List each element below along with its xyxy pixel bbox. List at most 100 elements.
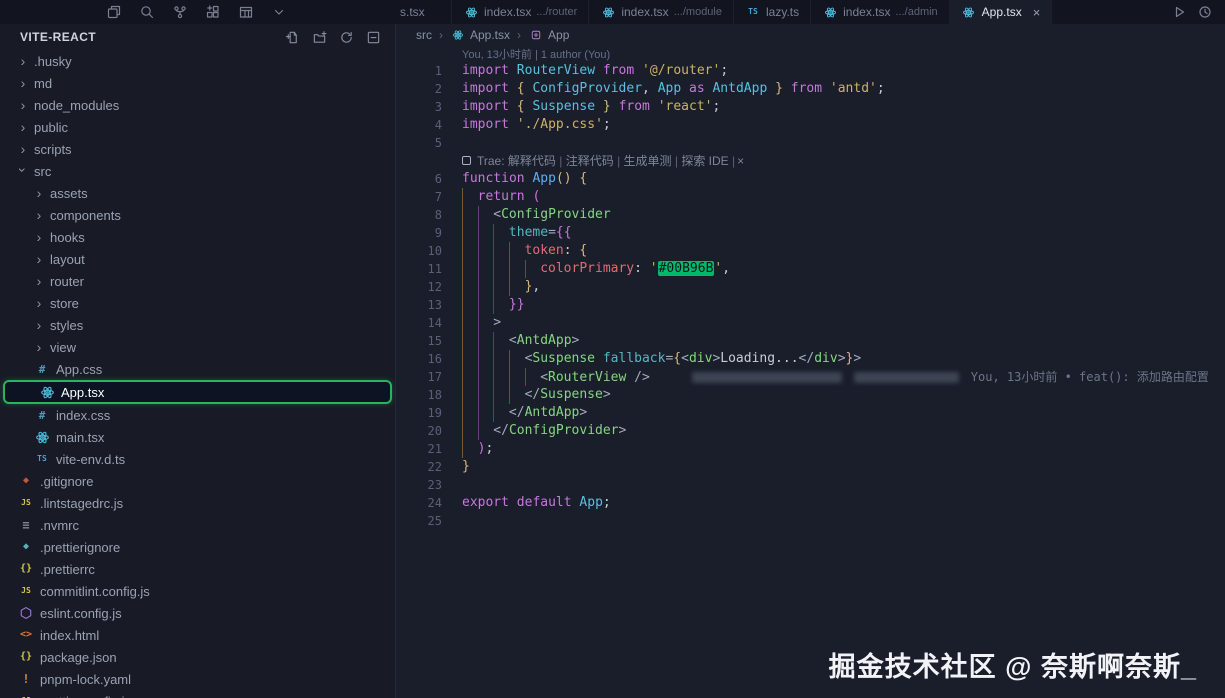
code-line[interactable]: function App() {: [462, 170, 587, 188]
code-row: 10 token: {: [396, 242, 1225, 260]
folder-scripts[interactable]: ›scripts: [0, 138, 395, 160]
code-line[interactable]: );: [462, 440, 493, 458]
ai-action-4[interactable]: 探索 IDE: [681, 154, 728, 168]
hint-close-icon[interactable]: ×: [737, 154, 744, 168]
folder-view[interactable]: ›view: [0, 336, 395, 358]
code-line[interactable]: }: [462, 458, 470, 476]
extensions-icon[interactable]: [205, 4, 221, 20]
git-file-icon: ◆: [18, 476, 34, 486]
code-line[interactable]: </Suspense>: [462, 386, 611, 404]
top-toolbar: [0, 0, 396, 24]
code-line[interactable]: token: {: [462, 242, 587, 260]
fork-icon[interactable]: [172, 4, 188, 20]
token: AntdApp: [525, 405, 580, 420]
indent-guide: [462, 350, 478, 368]
file-.nvmrc[interactable]: ≡.nvmrc: [0, 514, 395, 536]
indent-guide: [478, 314, 494, 332]
tab-s.tsx[interactable]: s.tsx: [396, 0, 452, 24]
folder-label: assets: [50, 186, 88, 201]
folder-label: router: [50, 274, 84, 289]
token: >: [579, 405, 587, 420]
code-line[interactable]: <RouterView />You, 13小时前 • feat(): 添加路由配…: [462, 368, 1209, 386]
folder-components[interactable]: ›components: [0, 204, 395, 226]
file-.gitignore[interactable]: ◆.gitignore: [0, 470, 395, 492]
code-line[interactable]: import { ConfigProvider, App as AntdApp …: [462, 80, 885, 98]
tab-lazy.ts[interactable]: TSlazy.ts: [734, 0, 811, 24]
code-line[interactable]: <AntdApp>: [462, 332, 579, 350]
file-eslint.config.js[interactable]: eslint.config.js: [0, 602, 395, 624]
token: {: [517, 99, 525, 114]
token: }: [462, 459, 470, 474]
tab-index.tsx[interactable]: index.tsx.../admin: [811, 0, 950, 24]
code-line[interactable]: colorPrimary: '#00B96B',: [462, 260, 730, 278]
folder-styles[interactable]: ›styles: [0, 314, 395, 336]
file-label: .nvmrc: [40, 518, 79, 533]
file-commitlint.config.js[interactable]: JScommitlint.config.js: [0, 580, 395, 602]
history-icon[interactable]: [1197, 4, 1213, 20]
chevron-icon: ›: [34, 251, 44, 267]
file-pnpm-lock.yaml[interactable]: !pnpm-lock.yaml: [0, 668, 395, 690]
new-folder-icon[interactable]: [312, 30, 327, 45]
file-package.json[interactable]: {}package.json: [0, 646, 395, 668]
folder-node_modules[interactable]: ›node_modules: [0, 94, 395, 116]
search-icon[interactable]: [139, 4, 155, 20]
chevron-icon: ›: [18, 141, 28, 157]
file-.prettierignore[interactable]: ◆.prettierignore: [0, 536, 395, 558]
code-line[interactable]: return (: [462, 188, 540, 206]
tab-App.tsx[interactable]: App.tsx×: [950, 0, 1053, 24]
folder-src[interactable]: ›src: [0, 160, 395, 182]
ai-action-2[interactable]: 注释代码: [566, 154, 614, 168]
code-line[interactable]: },: [462, 278, 540, 296]
file-App.tsx[interactable]: App.tsx: [3, 380, 392, 404]
code-line[interactable]: </ConfigProvider>: [462, 422, 626, 440]
code-line[interactable]: }}: [462, 296, 525, 314]
code-line[interactable]: <Suspense fallback={<div>Loading...</div…: [462, 350, 861, 368]
folder-md[interactable]: ›md: [0, 72, 395, 94]
code-line[interactable]: import './App.css';: [462, 116, 611, 134]
folder-assets[interactable]: ›assets: [0, 182, 395, 204]
js-file-icon: JS: [18, 499, 34, 507]
code-line[interactable]: </AntdApp>: [462, 404, 587, 422]
trae-inline-hint[interactable]: Trae: 解释代码 | 注释代码 | 生成单测 | 探索 IDE |×: [462, 152, 744, 170]
panel-icon[interactable]: [106, 4, 122, 20]
breadcrumb-item-App[interactable]: App: [528, 28, 569, 42]
breadcrumb-item-src[interactable]: src: [416, 28, 432, 42]
ai-action-1[interactable]: 解释代码: [508, 154, 556, 168]
hint-separator: |: [556, 154, 566, 168]
breadcrumb-item-App.tsx[interactable]: App.tsx: [450, 28, 510, 42]
file-index.html[interactable]: <>index.html: [0, 624, 395, 646]
token: </: [525, 387, 541, 402]
folder-.husky[interactable]: ›.husky: [0, 50, 395, 72]
tab-index.tsx[interactable]: index.tsx.../router: [452, 0, 589, 24]
folder-router[interactable]: ›router: [0, 270, 395, 292]
code-line[interactable]: >: [462, 314, 501, 332]
file-prettier.config.js[interactable]: JSprettier.config.js: [0, 690, 395, 698]
folder-hooks[interactable]: ›hooks: [0, 226, 395, 248]
folder-layout[interactable]: ›layout: [0, 248, 395, 270]
tab-index.tsx[interactable]: index.tsx.../module: [589, 0, 734, 24]
code-line[interactable]: export default App;: [462, 494, 611, 512]
file-main.tsx[interactable]: main.tsx: [0, 426, 395, 448]
ai-action-3[interactable]: 生成单测: [624, 154, 672, 168]
code-area: 1import RouterView from '@/router';2impo…: [396, 62, 1225, 530]
refresh-icon[interactable]: [339, 30, 354, 45]
file-vite-env.d.ts[interactable]: TSvite-env.d.ts: [0, 448, 395, 470]
token: App: [579, 495, 602, 510]
run-icon[interactable]: [1171, 4, 1187, 20]
file-index.css[interactable]: #index.css: [0, 404, 395, 426]
folder-public[interactable]: ›public: [0, 116, 395, 138]
code-line[interactable]: import { Suspense } from 'react';: [462, 98, 720, 116]
file-.lintstagedrc.js[interactable]: JS.lintstagedrc.js: [0, 492, 395, 514]
code-line[interactable]: import RouterView from '@/router';: [462, 62, 728, 80]
grid-icon[interactable]: [238, 4, 254, 20]
file-.prettierrc[interactable]: {}.prettierrc: [0, 558, 395, 580]
collapse-icon[interactable]: [366, 30, 381, 45]
close-icon[interactable]: ×: [1033, 6, 1041, 19]
chevron-down-icon[interactable]: [271, 4, 287, 20]
file-App.css[interactable]: #App.css: [0, 358, 395, 380]
code-line[interactable]: theme={{: [462, 224, 572, 242]
indent-guide: [509, 278, 525, 296]
folder-store[interactable]: ›store: [0, 292, 395, 314]
code-line[interactable]: <ConfigProvider: [462, 206, 611, 224]
new-file-icon[interactable]: [285, 30, 300, 45]
